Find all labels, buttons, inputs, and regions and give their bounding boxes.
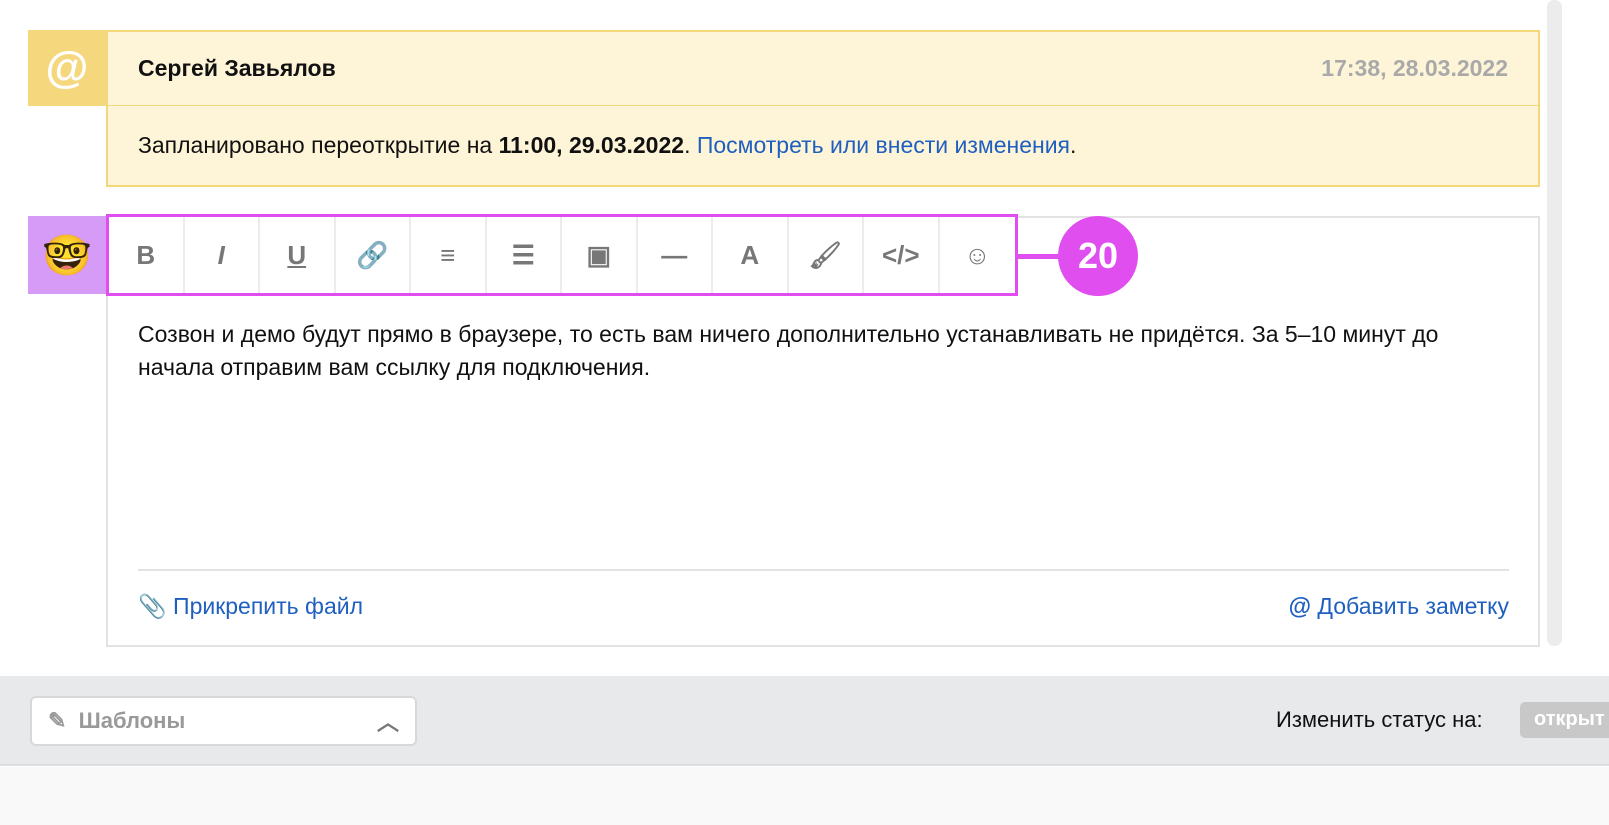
note-author: Сергей Завьялов [138, 55, 336, 81]
avatar: 🤓 [28, 216, 106, 294]
image-button[interactable]: ▣ [562, 217, 638, 293]
note-timestamp: 17:38, 28.03.2022 [1321, 55, 1508, 81]
add-note-link[interactable]: @ Добавить заметку [1289, 593, 1509, 620]
note-end: . [1070, 132, 1077, 158]
ordered-list-icon: ≡ [440, 239, 456, 270]
font-icon: A [740, 239, 760, 270]
bold-button[interactable]: B [109, 217, 185, 293]
magic-wand-icon: ✎ [48, 708, 67, 733]
divider [138, 569, 1509, 571]
bullet-list-button[interactable]: ☰ [487, 217, 562, 293]
view-edit-link[interactable]: Посмотреть или внести изменения [697, 132, 1070, 158]
horizontal-rule-button[interactable]: — [638, 217, 713, 293]
mention-icon: @ [28, 30, 106, 106]
templates-label: Шаблоны [78, 708, 186, 733]
font-button[interactable]: A [713, 217, 789, 293]
italic-button[interactable]: I [185, 217, 260, 293]
emoji-button[interactable]: ☺ [940, 217, 1015, 293]
reopen-datetime: 11:00, 29.03.2022 [498, 132, 685, 158]
emoji-icon: ☺ [963, 239, 991, 270]
paint-roller-button[interactable]: 🖌 [789, 217, 864, 293]
code-button[interactable]: </> [864, 217, 940, 293]
horizontal-rule-icon: — [661, 239, 688, 270]
note-text-prefix: Запланировано переоткрытие на [138, 132, 499, 158]
chevron-up-icon: ︿ [376, 710, 399, 735]
message-text[interactable]: Созвон и демо будут прямо в браузере, то… [138, 318, 1518, 384]
paint-roller-icon: 🖌 [808, 239, 842, 270]
add-note-label: Добавить заметку [1317, 593, 1509, 619]
scrollbar[interactable] [1547, 0, 1562, 646]
callout-badge: 20 [1058, 216, 1138, 296]
templates-dropdown[interactable]: ✎ Шаблоны ︿ [30, 696, 417, 746]
link-button[interactable]: 🔗 [336, 217, 411, 293]
note-body: Запланировано переоткрытие на 11:00, 29.… [106, 106, 1540, 187]
bold-icon: B [136, 239, 156, 270]
underline-button[interactable]: U [260, 217, 336, 293]
bullet-list-icon: ☰ [511, 239, 535, 270]
image-icon: ▣ [586, 239, 612, 270]
status-button[interactable]: открыт [1520, 702, 1609, 738]
footer [0, 767, 1609, 825]
at-icon: @ [1288, 593, 1312, 619]
code-icon: </> [881, 239, 920, 270]
attach-label: Прикрепить файл [173, 593, 364, 619]
note-text: Запланировано переоткрытие на 11:00, 29.… [138, 132, 1076, 159]
attach-file-link[interactable]: 📎 Прикрепить файл [138, 593, 363, 620]
formatting-toolbar: B I U 🔗 ≡ ☰ ▣ — A 🖌 </> ☺ [106, 214, 1018, 296]
callout-line [1018, 254, 1062, 259]
status-label: Изменить статус на: [1276, 707, 1483, 732]
underline-icon: U [287, 239, 307, 270]
link-icon: 🔗 [356, 239, 389, 270]
italic-icon: I [217, 239, 225, 270]
paperclip-icon: 📎 [138, 593, 167, 619]
note-header: Сергей Завьялов 17:38, 28.03.2022 [106, 30, 1540, 106]
ordered-list-button[interactable]: ≡ [411, 217, 487, 293]
note-sep: . [684, 132, 697, 158]
